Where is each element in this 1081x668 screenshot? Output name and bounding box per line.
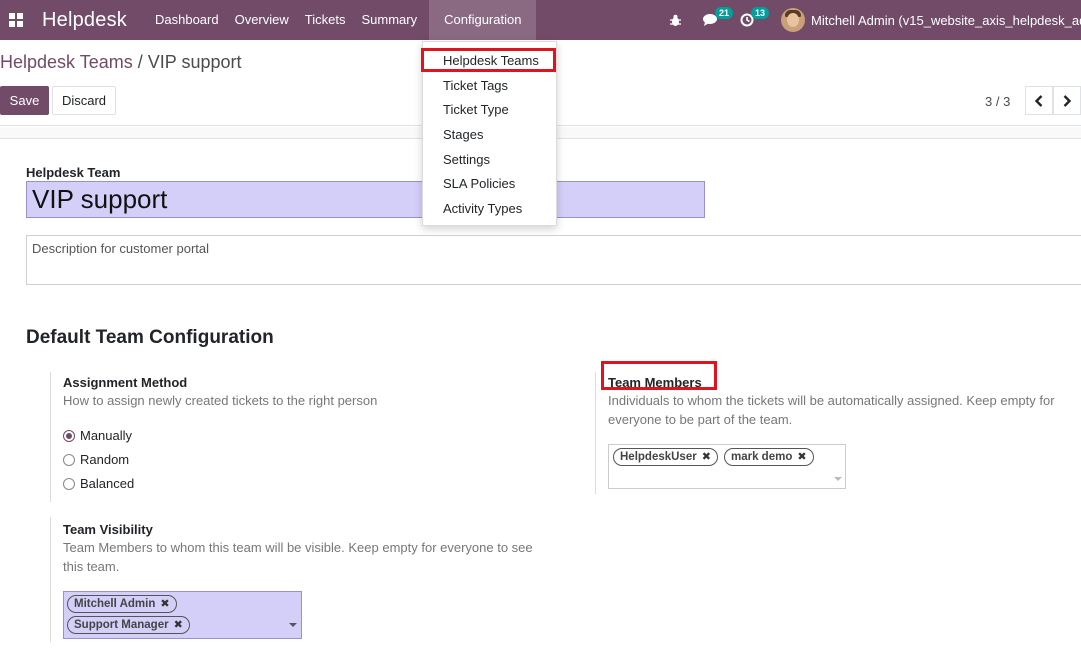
description-field[interactable]: Description for customer portal bbox=[26, 235, 1081, 285]
tag-mitchell-admin: Mitchell Admin ✖ bbox=[67, 595, 177, 613]
group-divider bbox=[50, 517, 51, 642]
breadcrumb-parent[interactable]: Helpdesk Teams bbox=[0, 52, 133, 72]
radio-unchecked-icon bbox=[63, 453, 75, 466]
team-name-input[interactable]: VIP support bbox=[26, 181, 705, 218]
radio-label: Balanced bbox=[80, 476, 135, 491]
remove-tag-icon[interactable]: ✖ bbox=[702, 449, 711, 465]
apps-grid-icon[interactable] bbox=[2, 0, 30, 40]
team-members-help-2: everyone to be part of the team. bbox=[608, 412, 793, 427]
menu-configuration[interactable]: Configuration bbox=[429, 0, 537, 40]
radio-manually[interactable]: Manually bbox=[63, 428, 132, 443]
radio-checked-icon bbox=[63, 429, 75, 442]
breadcrumb-separator: / bbox=[137, 52, 143, 72]
chat-icon[interactable]: 21 bbox=[697, 0, 734, 40]
activities-badge: 13 bbox=[751, 7, 770, 19]
group-divider bbox=[50, 372, 51, 502]
tag-support-manager: Support Manager ✖ bbox=[67, 616, 190, 634]
discard-button[interactable]: Discard bbox=[52, 86, 116, 115]
user-menu[interactable]: Mitchell Admin (v15_website_axis_helpdes… bbox=[781, 8, 1081, 32]
save-button[interactable]: Save bbox=[0, 86, 49, 115]
menu-summary[interactable]: Summary bbox=[353, 0, 425, 40]
menu-overview[interactable]: Overview bbox=[227, 0, 297, 40]
menu-dashboard[interactable]: Dashboard bbox=[147, 0, 227, 40]
menu-sla-policies[interactable]: SLA Policies bbox=[443, 176, 515, 191]
team-visibility-help-1: Team Members to whom this team will be v… bbox=[63, 540, 533, 555]
menu-tickets[interactable]: Tickets bbox=[297, 0, 354, 40]
team-name-label: Helpdesk Team bbox=[26, 165, 121, 180]
radio-balanced[interactable]: Balanced bbox=[63, 476, 134, 491]
radio-label: Manually bbox=[80, 428, 133, 443]
group-divider bbox=[595, 372, 596, 494]
remove-tag-icon[interactable]: ✖ bbox=[174, 617, 183, 633]
team-visibility-label: Team Visibility bbox=[63, 522, 153, 537]
messages-badge: 21 bbox=[715, 7, 734, 19]
chevron-right-icon bbox=[1063, 94, 1072, 107]
menu-ticket-type[interactable]: Ticket Type bbox=[443, 102, 509, 117]
clock-icon[interactable]: 13 bbox=[733, 0, 770, 40]
breadcrumb: Helpdesk Teams / VIP support bbox=[0, 52, 242, 73]
remove-tag-icon[interactable]: ✖ bbox=[797, 449, 806, 465]
team-members-help-1: Individuals to whom the tickets will be … bbox=[608, 393, 1055, 408]
menu-ticket-tags[interactable]: Ticket Tags bbox=[443, 78, 508, 93]
section-title: Default Team Configuration bbox=[26, 327, 274, 348]
pager-value[interactable]: 3 / 3 bbox=[985, 94, 1010, 109]
user-name: Mitchell Admin (v15_website_axis_helpdes… bbox=[811, 12, 1081, 28]
systray: 21 13 Mitchell Admin (v15_website_axis_h… bbox=[653, 0, 1081, 40]
menu-stages[interactable]: Stages bbox=[443, 127, 483, 142]
pager-previous-button[interactable] bbox=[1025, 86, 1053, 115]
tag-mark-demo: mark demo ✖ bbox=[724, 448, 814, 466]
radio-label: Random bbox=[80, 452, 130, 467]
avatar bbox=[781, 8, 805, 32]
app-brand[interactable]: Helpdesk bbox=[42, 9, 127, 32]
radio-unchecked-icon bbox=[63, 477, 75, 490]
highlight-helpdesk-teams bbox=[421, 48, 556, 72]
menu-activity-types[interactable]: Activity Types bbox=[443, 201, 522, 216]
menu-settings[interactable]: Settings bbox=[443, 152, 490, 167]
tag-helpdeskuser: HelpdeskUser ✖ bbox=[613, 448, 718, 466]
remove-tag-icon[interactable]: ✖ bbox=[160, 596, 169, 612]
radio-random[interactable]: Random bbox=[63, 452, 129, 467]
assignment-method-help: How to assign newly created tickets to t… bbox=[63, 393, 378, 408]
assignment-method-label: Assignment Method bbox=[63, 375, 188, 390]
caret-down-icon[interactable] bbox=[834, 477, 842, 481]
team-visibility-help-2: this team. bbox=[63, 559, 120, 574]
breadcrumb-current: VIP support bbox=[147, 52, 242, 72]
bug-icon[interactable] bbox=[661, 0, 689, 40]
chevron-left-icon bbox=[1034, 94, 1043, 107]
pager-next-button[interactable] bbox=[1053, 86, 1081, 115]
top-navbar: Helpdesk Dashboard Overview Tickets Summ… bbox=[0, 0, 1081, 40]
caret-down-icon[interactable] bbox=[289, 623, 297, 627]
highlight-team-members bbox=[601, 361, 717, 390]
